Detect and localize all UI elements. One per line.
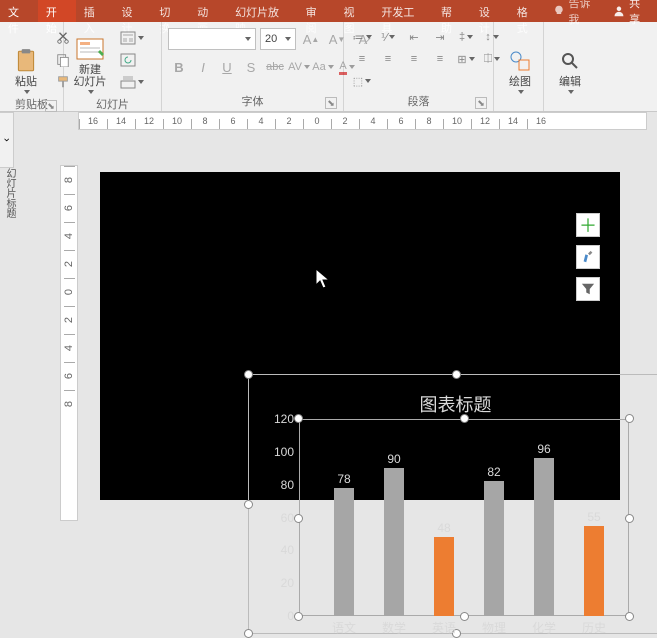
- y-tick-label: 120: [264, 412, 294, 426]
- indent-increase-button[interactable]: ⇥: [428, 28, 452, 46]
- font-dialog[interactable]: ⬊: [325, 97, 337, 109]
- change-case-button[interactable]: Aa: [312, 56, 334, 78]
- reset-button[interactable]: [118, 50, 146, 70]
- vertical-ruler: 864202468: [60, 165, 78, 521]
- bar-value-label: 90: [387, 452, 400, 466]
- chart-elements-button[interactable]: ＋: [576, 213, 600, 237]
- group-slides: 幻灯片: [96, 99, 129, 111]
- category-label: 物理: [469, 619, 519, 636]
- bar[interactable]: 48: [419, 419, 469, 616]
- chart-styles-button[interactable]: [576, 245, 600, 269]
- resize-handle-w[interactable]: [244, 500, 253, 509]
- shadow-button[interactable]: S: [240, 56, 262, 78]
- chart-filter-button[interactable]: [576, 277, 600, 301]
- tab-file[interactable]: 文件: [0, 0, 38, 22]
- y-tick-label: 80: [264, 478, 294, 492]
- share-button[interactable]: 共享: [607, 0, 657, 22]
- tab-slideshow[interactable]: 幻灯片放映: [227, 0, 298, 22]
- bar-value-label: 78: [337, 472, 350, 486]
- titlebar: 文件 开始 插入 设计 切换 动画 幻灯片放映 审阅 视图 开发工具 帮助 设计…: [0, 0, 657, 22]
- font-color-button[interactable]: A: [336, 56, 358, 78]
- tab-format[interactable]: 格式: [509, 0, 547, 22]
- y-tick-label: 60: [264, 511, 294, 525]
- chart-object[interactable]: 图表标题 0 20 40 60 80 100 120 78 90 48 82 96 55 语文数学英语…: [248, 374, 657, 634]
- tab-animation[interactable]: 动画: [189, 0, 227, 22]
- columns-button[interactable]: ⊞: [454, 50, 478, 68]
- bar-value-label: 82: [487, 465, 500, 479]
- tab-design2[interactable]: 设计: [471, 0, 509, 22]
- category-label: 数学: [369, 619, 419, 636]
- vertical-panel-text: 幻灯片标题: [2, 168, 17, 218]
- shrink-font-button[interactable]: A▼: [326, 28, 348, 50]
- align-justify-button[interactable]: ≡: [428, 50, 452, 68]
- tab-review[interactable]: 审阅: [298, 0, 336, 22]
- drawing-button[interactable]: 绘图: [500, 28, 540, 94]
- bold-button[interactable]: B: [168, 56, 190, 78]
- paste-button[interactable]: 粘贴: [6, 28, 46, 94]
- plot-handle[interactable]: [625, 414, 634, 423]
- layout-button[interactable]: [118, 28, 146, 48]
- y-tick-label: 0: [264, 609, 294, 623]
- numbering-button[interactable]: ⅟: [376, 28, 400, 46]
- font-size-select[interactable]: 20: [260, 28, 296, 50]
- italic-button[interactable]: I: [192, 56, 214, 78]
- section-button[interactable]: [118, 72, 146, 92]
- tab-dev[interactable]: 开发工具: [373, 0, 433, 22]
- para-dialog[interactable]: ⬊: [475, 97, 487, 109]
- plot-handle[interactable]: [625, 612, 634, 621]
- new-slide-button[interactable]: 新建 幻灯片: [70, 28, 110, 94]
- bar-value-label: 48: [437, 521, 450, 535]
- bar[interactable]: 78: [319, 419, 369, 616]
- y-tick-label: 100: [264, 445, 294, 459]
- tab-start[interactable]: 开始: [38, 0, 76, 22]
- editing-button[interactable]: 编辑: [550, 28, 590, 94]
- y-tick-label: 20: [264, 576, 294, 590]
- grow-font-button[interactable]: A▲: [300, 28, 322, 50]
- underline-button[interactable]: U: [216, 56, 238, 78]
- plot-handle[interactable]: [294, 514, 303, 523]
- group-paragraph: 段落: [408, 96, 430, 108]
- strike-button[interactable]: abc: [264, 56, 286, 78]
- resize-handle-n[interactable]: [452, 370, 461, 379]
- horizontal-ruler: 1614121086420246810121416: [78, 112, 647, 130]
- category-label: 英语: [419, 619, 469, 636]
- resize-handle-nw[interactable]: [244, 370, 253, 379]
- group-clipboard: 剪贴板: [15, 99, 48, 111]
- slide-canvas[interactable]: 图表标题 020406080100120 789048829655 语文数学英语…: [100, 172, 620, 500]
- tab-transition[interactable]: 切换: [151, 0, 189, 22]
- bar-value-label: 55: [587, 510, 600, 524]
- plot-handle[interactable]: [625, 514, 634, 523]
- chart-float-tools: ＋: [576, 213, 600, 301]
- plot-handle[interactable]: [294, 414, 303, 423]
- indent-decrease-button[interactable]: ⇤: [402, 28, 426, 46]
- font-name-select[interactable]: [168, 28, 256, 50]
- category-label: 化学: [519, 619, 569, 636]
- char-spacing-button[interactable]: AV: [288, 56, 310, 78]
- bar[interactable]: 96: [519, 419, 569, 616]
- chart-title[interactable]: 图表标题: [249, 391, 657, 417]
- clear-format-button[interactable]: A̷: [352, 28, 374, 50]
- bar[interactable]: 90: [369, 419, 419, 616]
- clipboard-dialog[interactable]: ⬊: [45, 100, 57, 112]
- category-label: 语文: [319, 619, 369, 636]
- align-right-button[interactable]: ≡: [402, 50, 426, 68]
- ribbon: 粘贴 剪贴板⬊ 新建 幻灯片 幻灯片: [0, 22, 657, 112]
- plot-handle[interactable]: [294, 612, 303, 621]
- group-font: 字体: [242, 96, 264, 108]
- tell-me[interactable]: 告诉我: [547, 0, 608, 22]
- line-spacing-button[interactable]: ‡: [454, 28, 478, 46]
- align-center-button[interactable]: ≡: [376, 50, 400, 68]
- outline-panel-toggle[interactable]: ›: [0, 112, 14, 168]
- bar[interactable]: 82: [469, 419, 519, 616]
- category-label: 历史: [569, 619, 619, 636]
- tab-design[interactable]: 设计: [114, 0, 152, 22]
- tab-insert[interactable]: 插入: [76, 0, 114, 22]
- tab-help[interactable]: 帮助: [433, 0, 471, 22]
- bar-value-label: 96: [537, 442, 550, 456]
- plot-area[interactable]: 020406080100120 789048829655: [299, 419, 629, 616]
- bar[interactable]: 55: [569, 419, 619, 616]
- tab-view[interactable]: 视图: [336, 0, 374, 22]
- y-tick-label: 40: [264, 543, 294, 557]
- resize-handle-sw[interactable]: [244, 629, 253, 638]
